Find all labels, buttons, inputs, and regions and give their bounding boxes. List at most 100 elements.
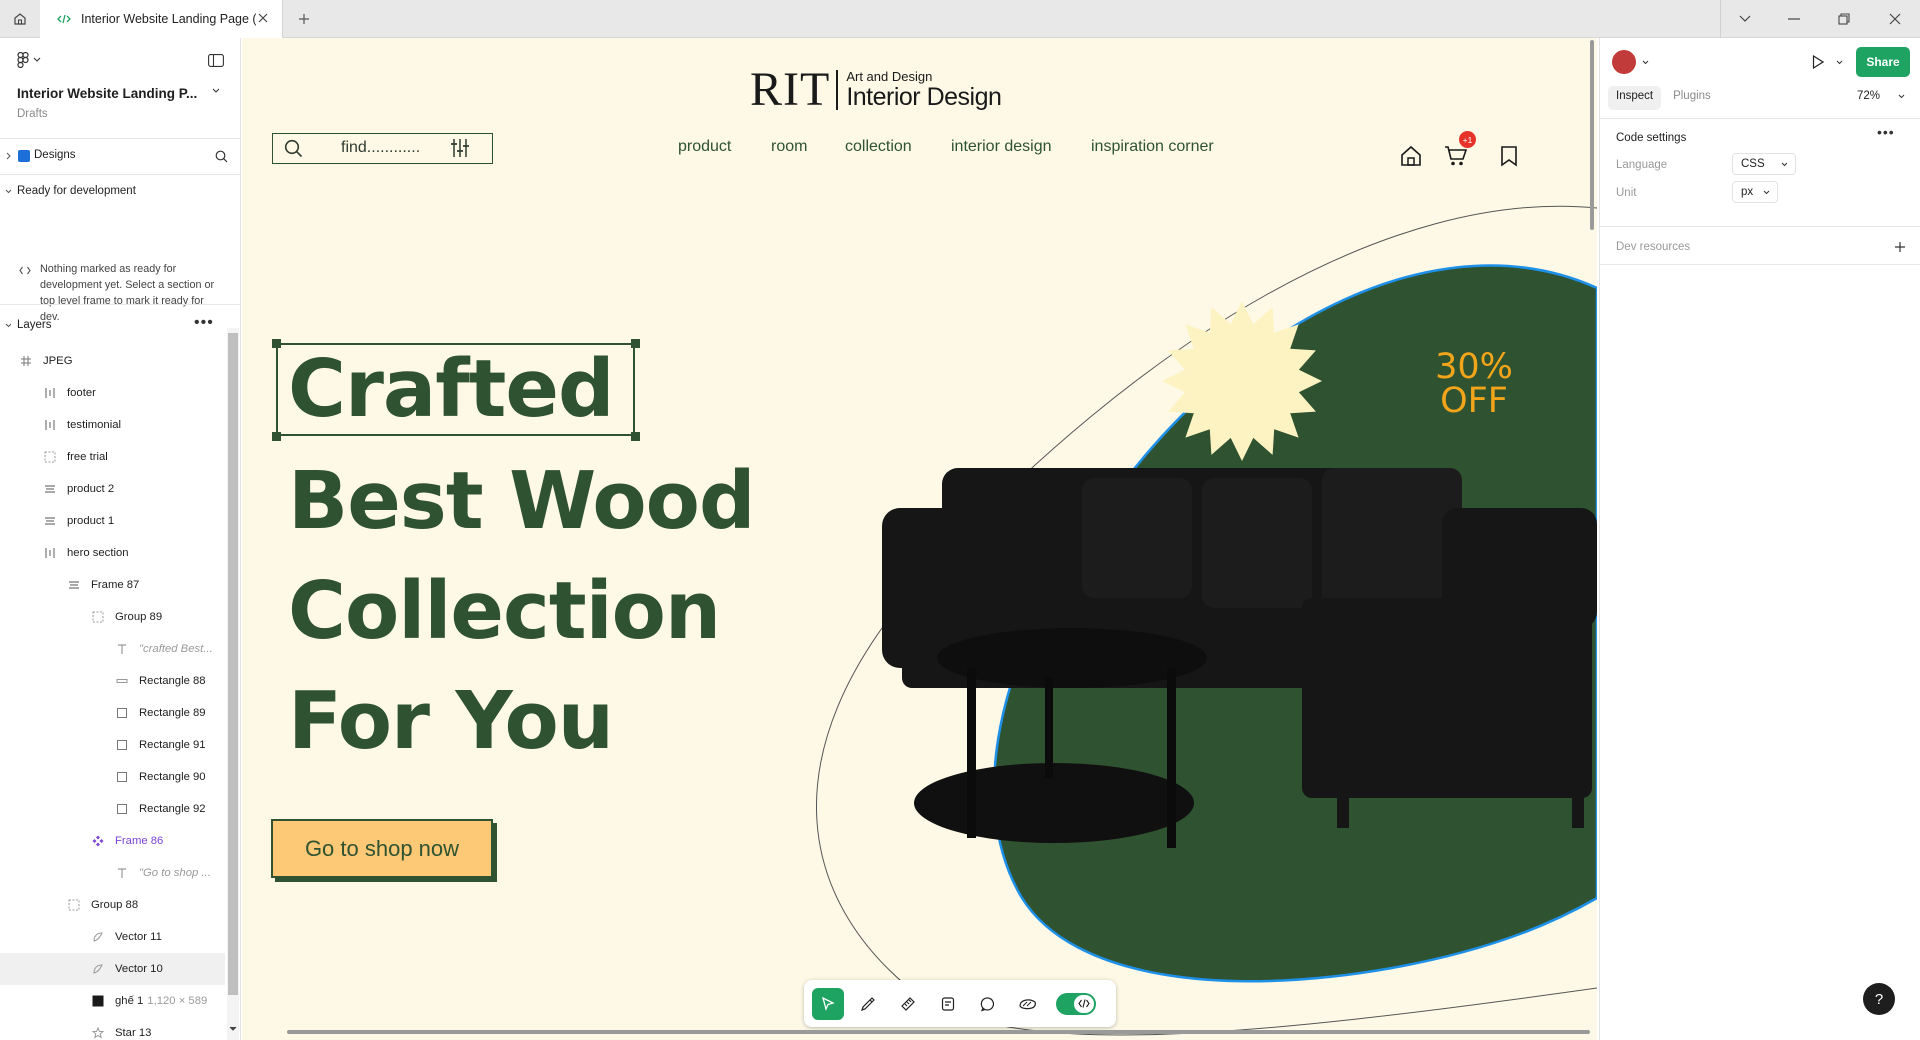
auto-layout-rows-icon (43, 482, 57, 496)
chevron-down-icon[interactable] (229, 1026, 237, 1032)
chevron-down-icon[interactable] (1642, 60, 1649, 65)
hero-line-1[interactable]: Crafted (288, 344, 615, 434)
hero-line-3[interactable]: Collection (288, 566, 721, 656)
tab-list-button[interactable] (1720, 0, 1770, 38)
layer-row[interactable]: product 2 (0, 473, 225, 505)
vector-icon (91, 930, 105, 944)
layer-row[interactable]: Star 13 (0, 1017, 225, 1040)
layer-meta: 1,120 × 589 (147, 995, 208, 1007)
layer-row[interactable]: Vector 10 (0, 953, 225, 985)
share-button[interactable]: Share (1856, 47, 1910, 77)
language-select[interactable]: CSS (1732, 153, 1796, 175)
nav-product[interactable]: product (678, 138, 731, 156)
annotate-tool[interactable] (932, 988, 964, 1020)
rectangle-icon (115, 770, 129, 784)
rectangle-icon (115, 706, 129, 720)
layer-row[interactable]: testimonial (0, 409, 225, 441)
layer-row[interactable]: Rectangle 88 (0, 665, 225, 697)
nav-interior-design[interactable]: interior design (951, 138, 1052, 156)
layer-row[interactable]: Rectangle 89 (0, 697, 225, 729)
avatar[interactable] (1612, 50, 1636, 74)
close-icon[interactable] (256, 11, 270, 25)
dev-mode-toggle[interactable] (1056, 992, 1096, 1015)
layers-scrollbar[interactable] (228, 333, 238, 995)
tab-plugins[interactable]: Plugins (1665, 86, 1719, 110)
design-canvas[interactable]: RIT Art and Design Interior Design find.… (242, 38, 1597, 1040)
cart-icon[interactable] (1444, 145, 1468, 167)
brand-logo[interactable]: RIT Art and Design Interior Design (750, 66, 1002, 114)
layer-row[interactable]: free trial (0, 441, 225, 473)
selection-handle[interactable] (631, 339, 640, 348)
main-menu-button[interactable] (17, 52, 41, 68)
filter-icon[interactable] (449, 137, 471, 159)
file-name[interactable]: Interior Website Landing P... (17, 86, 197, 101)
actions-tool[interactable] (1012, 988, 1044, 1020)
selection-handle[interactable] (272, 432, 281, 441)
nav-room[interactable]: room (771, 138, 807, 156)
layer-row[interactable]: Vector 11 (0, 921, 225, 953)
auto-layout-vertical-icon (43, 418, 57, 432)
layer-row[interactable]: Rectangle 91 (0, 729, 225, 761)
new-tab-button[interactable] (294, 9, 314, 29)
layers-header[interactable]: Layers ••• (0, 314, 240, 338)
layer-row[interactable]: Rectangle 92 (0, 793, 225, 825)
search-icon[interactable] (215, 150, 228, 163)
home-button[interactable] (0, 0, 40, 38)
hero-line-2[interactable]: Best Wood (288, 456, 756, 546)
layer-row[interactable]: footer (0, 377, 225, 409)
more-options-icon[interactable]: ••• (194, 314, 214, 332)
go-to-shop-button[interactable]: Go to shop now (271, 819, 493, 878)
ready-for-dev-header[interactable]: Ready for development (0, 181, 240, 201)
minimize-button[interactable] (1770, 0, 1818, 38)
file-tab[interactable]: Interior Website Landing Page (C (40, 0, 283, 38)
file-location[interactable]: Drafts (17, 108, 48, 120)
move-tool[interactable] (812, 987, 844, 1020)
selection-handle[interactable] (631, 432, 640, 441)
layer-label: footer (67, 387, 96, 399)
layer-row[interactable]: "crafted Best... (0, 633, 225, 665)
add-icon[interactable] (1894, 241, 1906, 253)
toggle-sidebar-button[interactable] (208, 54, 224, 72)
tab-title: Interior Website Landing Page (C (81, 12, 256, 26)
restore-button[interactable] (1818, 0, 1870, 38)
layer-row[interactable]: Group 89 (0, 601, 225, 633)
help-button[interactable]: ? (1863, 983, 1895, 1015)
chevron-down-icon[interactable] (212, 88, 220, 94)
measure-tool[interactable] (892, 988, 924, 1020)
canvas-horizontal-scrollbar[interactable] (287, 1030, 1590, 1034)
present-play-icon[interactable] (1812, 55, 1824, 69)
group-dashed-icon (91, 610, 105, 624)
close-window-button[interactable] (1870, 0, 1920, 38)
search-box[interactable]: find............ (272, 133, 493, 164)
layer-row[interactable]: "Go to shop ... (0, 857, 225, 889)
restore-icon (1838, 13, 1850, 25)
chevron-down-icon[interactable] (1836, 60, 1843, 65)
chevron-down-icon (1781, 162, 1788, 167)
unit-select[interactable]: px (1732, 181, 1778, 203)
brand-title: Interior Design (846, 83, 1002, 111)
layer-row[interactable]: Frame 86 (0, 825, 225, 857)
layer-label: Rectangle 88 (139, 675, 206, 687)
comment-tool[interactable] (972, 988, 1004, 1020)
selection-handle[interactable] (272, 339, 281, 348)
pages-row[interactable]: Designs (0, 140, 240, 172)
layer-label: ghế 1 (115, 995, 144, 1007)
layer-row[interactable]: JPEG (0, 345, 225, 377)
more-options-icon[interactable]: ••• (1877, 124, 1895, 140)
zoom-level[interactable]: 72% (1857, 90, 1880, 102)
chevron-down-icon[interactable] (1898, 94, 1905, 99)
layer-row[interactable]: Group 88 (0, 889, 225, 921)
nav-collection[interactable]: collection (845, 138, 912, 156)
nav-inspiration-corner[interactable]: inspiration corner (1091, 138, 1214, 156)
layer-row[interactable]: Rectangle 90 (0, 761, 225, 793)
layer-row[interactable]: product 1 (0, 505, 225, 537)
layer-row[interactable]: ghế 1 1,120 × 589 (0, 985, 225, 1017)
layer-row[interactable]: Frame 87 (0, 569, 225, 601)
hero-line-4[interactable]: For You (288, 676, 614, 766)
bookmark-icon[interactable] (1500, 145, 1518, 167)
layer-row[interactable]: hero section (0, 537, 225, 569)
canvas-vertical-scrollbar[interactable] (1590, 40, 1594, 230)
home-icon[interactable] (1400, 145, 1422, 167)
tab-inspect[interactable]: Inspect (1608, 86, 1662, 110)
color-picker-tool[interactable] (852, 988, 884, 1020)
